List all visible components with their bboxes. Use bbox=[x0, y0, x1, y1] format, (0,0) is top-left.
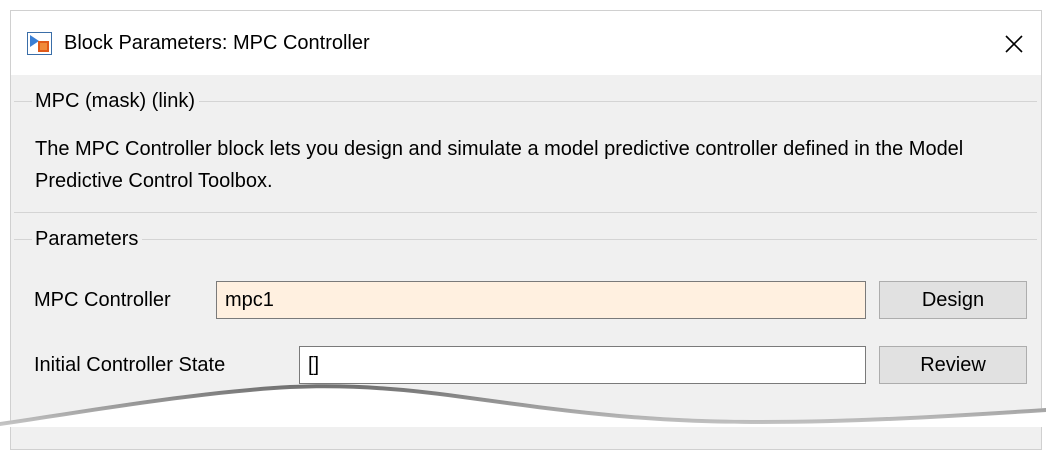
mpc-controller-label: MPC Controller bbox=[34, 289, 171, 311]
close-icon[interactable] bbox=[1001, 31, 1027, 57]
mpc-controller-field[interactable]: mpc1 bbox=[216, 281, 866, 319]
window-title: Block Parameters: MPC Controller bbox=[64, 32, 370, 54]
mask-group-label: MPC (mask) (link) bbox=[32, 88, 199, 114]
title-bar[interactable]: Block Parameters: MPC Controller bbox=[11, 11, 1041, 75]
mask-group: MPC (mask) (link) The MPC Controller blo… bbox=[14, 88, 1037, 213]
design-button[interactable]: Design bbox=[879, 281, 1027, 319]
parameters-group-label: Parameters bbox=[32, 226, 143, 252]
block-description: The MPC Controller block lets you design… bbox=[35, 138, 964, 192]
simulink-block-icon bbox=[27, 32, 52, 55]
torn-edge bbox=[0, 384, 1046, 427]
